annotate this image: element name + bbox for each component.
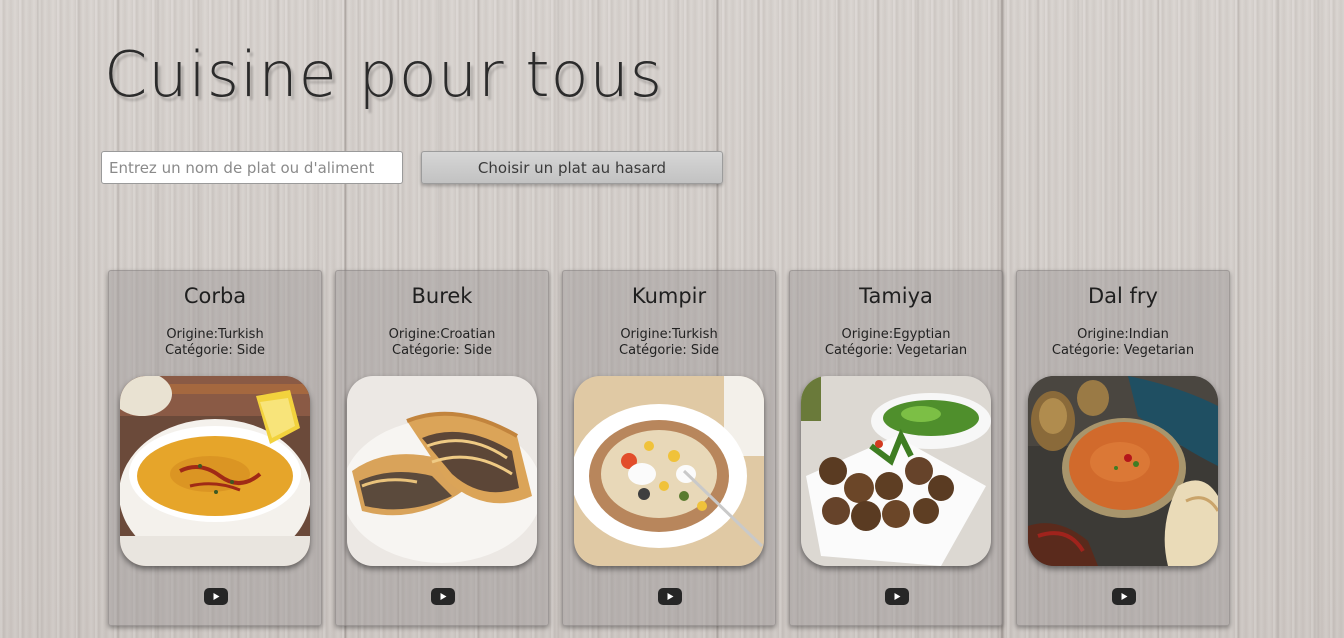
search-input[interactable] bbox=[101, 151, 403, 184]
meal-origin: Origine:Turkish bbox=[166, 327, 264, 342]
kumpir-potato-image bbox=[574, 376, 764, 566]
meal-title: Dal fry bbox=[1087, 284, 1158, 308]
meal-image bbox=[1028, 376, 1218, 566]
youtube-link-button[interactable] bbox=[885, 588, 909, 605]
meal-title: Corba bbox=[183, 284, 247, 308]
meal-image bbox=[347, 376, 537, 566]
youtube-icon bbox=[440, 593, 447, 600]
youtube-icon bbox=[667, 593, 674, 600]
meal-meta: Origine:Turkish Catégorie: Side bbox=[563, 327, 775, 359]
random-meal-button[interactable]: Choisir un plat au hasard bbox=[421, 151, 723, 184]
meal-title: Kumpir bbox=[631, 284, 707, 308]
youtube-icon bbox=[213, 593, 220, 600]
meal-image bbox=[801, 376, 991, 566]
meal-title: Tamiya bbox=[859, 284, 933, 308]
page-title: Cuisine pour tous bbox=[104, 38, 664, 111]
meal-image bbox=[120, 376, 310, 566]
meal-origin: Origine:Croatian bbox=[388, 327, 496, 342]
youtube-link-button[interactable] bbox=[204, 588, 228, 605]
meal-meta: Origine:Turkish Catégorie: Side bbox=[109, 327, 321, 359]
meal-card-burek: Burek Origine:Croatian Catégorie: Side bbox=[335, 270, 549, 626]
meal-meta: Origine:Croatian Catégorie: Side bbox=[336, 327, 548, 359]
meal-image bbox=[574, 376, 764, 566]
meal-card-dal-fry: Dal fry Origine:Indian Catégorie: Vegeta… bbox=[1016, 270, 1230, 626]
meal-origin: Origine:Egyptian bbox=[841, 327, 951, 342]
corba-soup-image bbox=[120, 376, 310, 566]
burek-pastry-image bbox=[347, 376, 537, 566]
youtube-link-button[interactable] bbox=[658, 588, 682, 605]
meal-card-kumpir: Kumpir Origine:Turkish Catégorie: Side bbox=[562, 270, 776, 626]
dal-fry-image bbox=[1028, 376, 1218, 566]
meal-category: Catégorie: Side bbox=[619, 343, 719, 358]
youtube-icon bbox=[894, 593, 901, 600]
meal-card-tamiya: Tamiya Origine:Egyptian Catégorie: Veget… bbox=[789, 270, 1003, 626]
meal-category: Catégorie: Side bbox=[392, 343, 492, 358]
youtube-link-button[interactable] bbox=[431, 588, 455, 605]
meal-card-list: Corba Origine:Turkish Catégorie: Side Bu… bbox=[108, 270, 1230, 626]
meal-card-corba: Corba Origine:Turkish Catégorie: Side bbox=[108, 270, 322, 626]
youtube-icon bbox=[1121, 593, 1128, 600]
youtube-link-button[interactable] bbox=[1112, 588, 1136, 605]
meal-origin: Origine:Turkish bbox=[620, 327, 718, 342]
meal-category: Catégorie: Vegetarian bbox=[824, 343, 968, 358]
meal-category: Catégorie: Side bbox=[165, 343, 265, 358]
meal-category: Catégorie: Vegetarian bbox=[1051, 343, 1195, 358]
meal-title: Burek bbox=[411, 284, 473, 308]
tamiya-falafel-image bbox=[801, 376, 991, 566]
meal-origin: Origine:Indian bbox=[1077, 327, 1169, 342]
meal-meta: Origine:Egyptian Catégorie: Vegetarian bbox=[790, 327, 1002, 359]
meal-meta: Origine:Indian Catégorie: Vegetarian bbox=[1017, 327, 1229, 359]
